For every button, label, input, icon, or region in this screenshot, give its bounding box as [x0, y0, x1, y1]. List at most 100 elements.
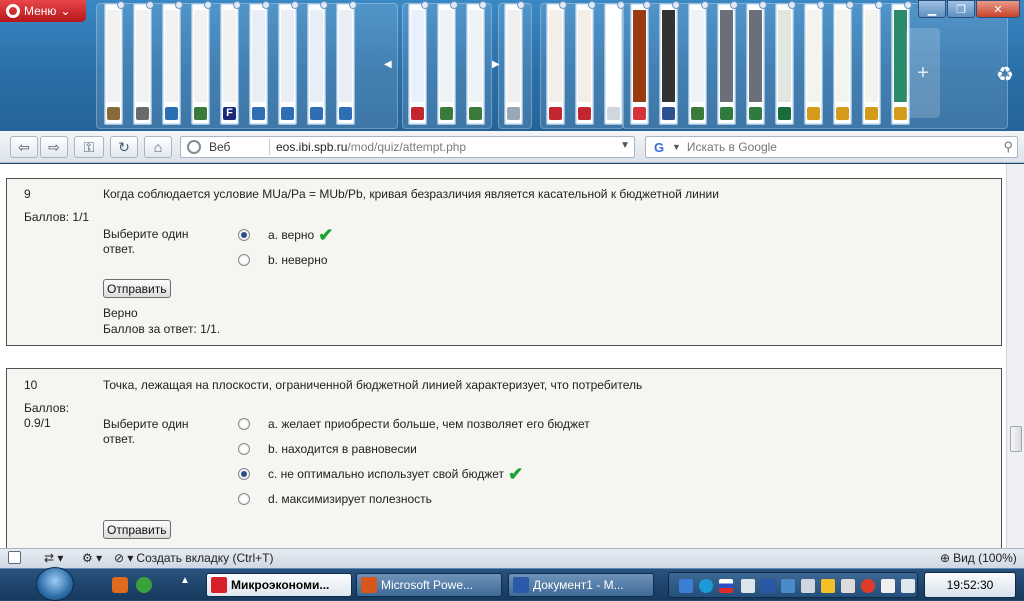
- tab-thumbnail[interactable]: [104, 1, 125, 125]
- answer-option[interactable]: b. находится в равновесии: [238, 440, 417, 458]
- home-button[interactable]: ⌂: [144, 136, 172, 158]
- tab-thumbnail[interactable]: [604, 1, 625, 125]
- tab-close-icon[interactable]: [291, 1, 299, 9]
- answer-option[interactable]: c. не оптимально использует свой бюджет …: [238, 465, 523, 483]
- tab-close-icon[interactable]: [517, 1, 525, 9]
- tray-icon[interactable]: [801, 579, 815, 593]
- opera-menu-button[interactable]: Меню ⌄: [0, 0, 86, 22]
- tab-close-icon[interactable]: [730, 1, 738, 9]
- radio-button[interactable]: [238, 443, 250, 455]
- new-tab-status-button[interactable]: ⊘ ▾ Создать вкладку (Ctrl+T): [114, 551, 274, 565]
- trash-icon[interactable]: ♻: [992, 62, 1018, 88]
- close-button[interactable]: ✕: [976, 0, 1020, 18]
- tab-close-icon[interactable]: [701, 1, 709, 9]
- submit-button[interactable]: Отправить: [103, 520, 171, 539]
- radio-button[interactable]: [238, 468, 250, 480]
- tab-thumbnail[interactable]: F: [220, 1, 241, 125]
- tab-thumbnail[interactable]: [659, 1, 680, 125]
- tab-thumbnail[interactable]: [775, 1, 796, 125]
- tab-close-icon[interactable]: [559, 1, 567, 9]
- tray-icon[interactable]: [679, 579, 693, 593]
- address-bar[interactable]: Веб eos.ibi.spb.ru/mod/quiz/attempt.php …: [180, 136, 635, 158]
- submit-button[interactable]: Отправить: [103, 279, 171, 298]
- magnifier-icon[interactable]: ⚲: [1003, 139, 1013, 155]
- tray-icon[interactable]: [761, 579, 775, 593]
- back-button[interactable]: ⇦: [10, 136, 38, 158]
- tab-close-icon[interactable]: [204, 1, 212, 9]
- tray-icon[interactable]: [699, 579, 713, 593]
- forward-button[interactable]: ⇨: [40, 136, 68, 158]
- tab-thumbnail[interactable]: [746, 1, 767, 125]
- tab-close-icon[interactable]: [875, 1, 883, 9]
- tab-close-icon[interactable]: [262, 1, 270, 9]
- tab-close-icon[interactable]: [759, 1, 767, 9]
- tab-close-icon[interactable]: [672, 1, 680, 9]
- restore-button[interactable]: ❐: [947, 0, 975, 18]
- search-engine-dropdown-icon[interactable]: ▼: [672, 142, 681, 152]
- tab-close-icon[interactable]: [233, 1, 241, 9]
- taskbar-window-button[interactable]: Микроэкономи...: [206, 573, 352, 597]
- page-scrollbar[interactable]: [1006, 164, 1024, 548]
- scrollbar-thumb[interactable]: [1010, 426, 1022, 452]
- tab-thumbnail[interactable]: [162, 1, 183, 125]
- tab-thumbnail[interactable]: [630, 1, 651, 125]
- volume-icon[interactable]: [901, 579, 915, 593]
- answer-option[interactable]: d. максимизирует полезность: [238, 490, 432, 508]
- tab-thumbnail[interactable]: [466, 1, 487, 125]
- tab-thumbnail[interactable]: [336, 1, 357, 125]
- tab-close-icon[interactable]: [904, 1, 912, 9]
- radio-button[interactable]: [238, 254, 250, 266]
- answer-option[interactable]: a. верно ✔: [238, 226, 333, 244]
- quicklaunch-icon[interactable]: [136, 577, 152, 593]
- tab-close-icon[interactable]: [349, 1, 357, 9]
- sync-button[interactable]: ⇄ ▾: [44, 551, 63, 565]
- tab-close-icon[interactable]: [175, 1, 183, 9]
- zoom-button[interactable]: ⊕ Вид (100%): [940, 551, 1017, 565]
- address-dropdown-icon[interactable]: ▼: [620, 140, 630, 151]
- tab-close-icon[interactable]: [117, 1, 125, 9]
- tab-close-icon[interactable]: [450, 1, 458, 9]
- tab-close-icon[interactable]: [479, 1, 487, 9]
- tab-thumbnail[interactable]: [575, 1, 596, 125]
- battery-icon[interactable]: [881, 579, 895, 593]
- tab-close-icon[interactable]: [643, 1, 651, 9]
- panel-toggle-button[interactable]: [8, 551, 21, 564]
- tab-thumbnail[interactable]: [249, 1, 270, 125]
- system-clock[interactable]: 19:52:30: [924, 572, 1016, 598]
- start-button[interactable]: [36, 567, 74, 601]
- reload-button[interactable]: ↻: [110, 136, 138, 158]
- wand-button[interactable]: ⚿: [74, 136, 104, 158]
- tab-thumbnail[interactable]: [688, 1, 709, 125]
- group-expand-icon[interactable]: ▶: [492, 59, 500, 70]
- tab-thumbnail[interactable]: [833, 1, 854, 125]
- tab-thumbnail[interactable]: [133, 1, 154, 125]
- answer-option[interactable]: a. желает приобрести больше, чем позволя…: [238, 415, 590, 433]
- tab-thumbnail[interactable]: [437, 1, 458, 125]
- google-icon[interactable]: G: [648, 138, 670, 156]
- taskbar-window-button[interactable]: Документ1 - М...: [508, 573, 654, 597]
- tab-thumbnail[interactable]: [408, 1, 429, 125]
- tab-close-icon[interactable]: [588, 1, 596, 9]
- tab-thumbnail[interactable]: [307, 1, 328, 125]
- tab-thumbnail[interactable]: [546, 1, 567, 125]
- quicklaunch-expand-icon[interactable]: ▲: [180, 575, 190, 586]
- taskbar-window-button[interactable]: Microsoft Powe...: [356, 573, 502, 597]
- warning-icon[interactable]: [821, 579, 835, 593]
- tab-close-icon[interactable]: [421, 1, 429, 9]
- tab-close-icon[interactable]: [617, 1, 625, 9]
- turbo-button[interactable]: ⚙ ▾: [82, 551, 102, 565]
- tray-icon[interactable]: [861, 579, 875, 593]
- tab-thumbnail[interactable]: [191, 1, 212, 125]
- tab-thumbnail[interactable]: [278, 1, 299, 125]
- network-signal-icon[interactable]: [841, 579, 855, 593]
- tab-close-icon[interactable]: [146, 1, 154, 9]
- tab-close-icon[interactable]: [320, 1, 328, 9]
- radio-button[interactable]: [238, 493, 250, 505]
- tab-thumbnail[interactable]: [804, 1, 825, 125]
- tab-close-icon[interactable]: [788, 1, 796, 9]
- tray-icon[interactable]: [781, 579, 795, 593]
- search-bar[interactable]: G ▼ ⚲: [645, 136, 1018, 158]
- group-collapse-icon[interactable]: ◀: [384, 59, 392, 70]
- url-text[interactable]: eos.ibi.spb.ru/mod/quiz/attempt.php: [276, 140, 466, 154]
- minimize-button[interactable]: ▁: [918, 0, 946, 18]
